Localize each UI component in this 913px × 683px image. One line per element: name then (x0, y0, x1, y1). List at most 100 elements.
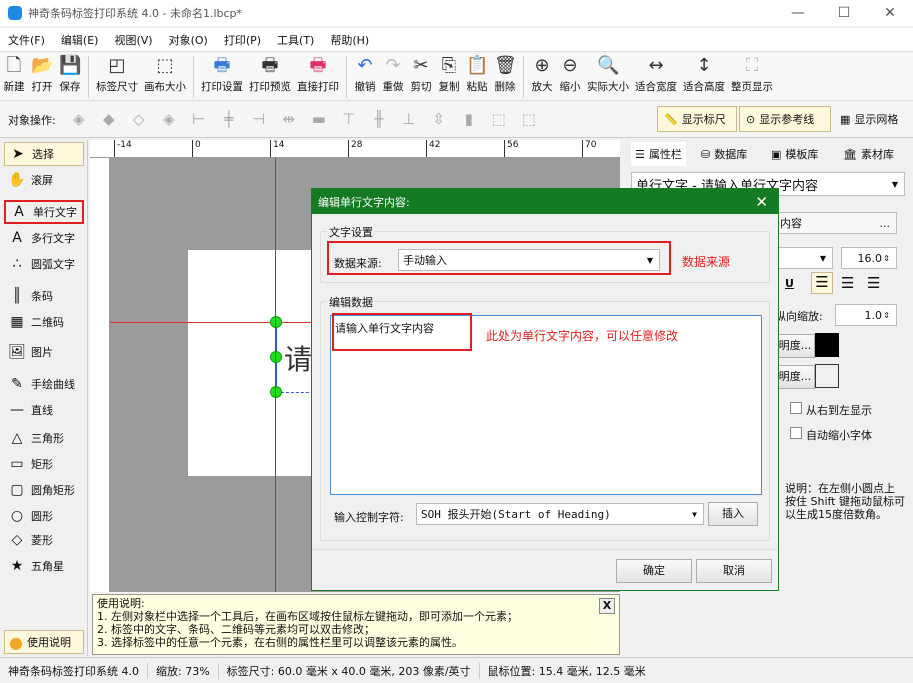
print-settings-button[interactable]: 🖶 打印设置 (198, 53, 246, 94)
resize-handle[interactable] (270, 386, 282, 398)
text-color-swatch[interactable] (815, 333, 839, 357)
tool-1[interactable]: ✋ 滚屏 (4, 168, 84, 192)
tab-materials[interactable]: 🏛 素材库 (843, 142, 894, 166)
bg-color-swatch[interactable] (815, 364, 839, 388)
tool-2[interactable]: A 单行文字 (4, 200, 84, 224)
help-button[interactable]: ● 使用说明 (4, 630, 84, 654)
dialog-close-icon[interactable]: ✕ (755, 193, 768, 211)
cut-button[interactable]: ✂ 剪切 (407, 53, 435, 94)
layer-icon[interactable]: ◈ (68, 110, 90, 130)
zoom-out-button[interactable]: ⊖ 缩小 (556, 53, 584, 94)
menu-item[interactable]: 视图(V) (114, 32, 152, 48)
show-ruler-toggle[interactable]: 📏 显示标尺 (657, 106, 737, 132)
tool-15[interactable]: ★ 五角星 (4, 554, 84, 578)
menu-item[interactable]: 工具(T) (277, 32, 314, 48)
bank-icon: 🏛 (843, 147, 857, 161)
underline-button[interactable]: U (785, 277, 794, 290)
copy-button[interactable]: ⎘ 复制 (435, 53, 463, 94)
group-icon[interactable]: ◈ (158, 110, 180, 130)
align-bottom-icon[interactable]: ⊥ (398, 110, 420, 130)
actual-size-button[interactable]: 🔍 实际大小 (584, 53, 632, 94)
align-middle-icon[interactable]: ╫ (368, 110, 390, 130)
ok-button[interactable]: 确定 (616, 559, 692, 583)
align-left-button[interactable]: ☰ (811, 272, 833, 294)
insert-button[interactable]: 插入 (708, 502, 758, 526)
new-file-button[interactable]: 🗋 新建 (0, 53, 28, 94)
tool-8[interactable]: ✎ 手绘曲线 (4, 372, 84, 396)
cancel-button[interactable]: 取消 (696, 559, 772, 583)
font-size-spinner[interactable]: 16.0 ⇕ (841, 247, 897, 269)
distribute-h-icon[interactable]: ⇹ (278, 110, 300, 130)
maximize-button[interactable]: ☐ (821, 0, 867, 26)
open-button[interactable]: 📂 打开 (28, 53, 56, 94)
show-guides-toggle[interactable]: ⊙ 显示参考线 (739, 106, 831, 132)
tool-13[interactable]: ○ 圆形 (4, 504, 84, 528)
rtl-checkbox[interactable]: 从右到左显示 (790, 402, 872, 418)
help-close-button[interactable]: X (599, 598, 615, 614)
tool-0[interactable]: ➤ 选择 (4, 142, 84, 166)
bg-color-button[interactable]: 明度... (775, 365, 815, 389)
resize-handle[interactable] (270, 351, 282, 363)
fit-width-button[interactable]: ↔ 适合宽度 (632, 53, 680, 94)
label-size-button[interactable]: ◰ 标签尺寸 (93, 53, 141, 94)
text-color-button[interactable]: 明度... (775, 334, 815, 358)
align-center-icon[interactable]: ╪ (218, 110, 240, 130)
redo-button[interactable]: ↷ 重做 (379, 53, 407, 94)
align-right-icon[interactable]: ⊣ (248, 110, 270, 130)
full-page-button[interactable]: ⛶ 整页显示 (728, 53, 776, 94)
left-ruler (90, 158, 110, 592)
font-select[interactable]: ▼ (775, 247, 833, 269)
tool-11[interactable]: ▭ 矩形 (4, 452, 84, 476)
show-grid-toggle[interactable]: ▦ 显示网格 (833, 106, 913, 132)
tool-3[interactable]: A 多行文字 (4, 226, 84, 250)
tool-5[interactable]: ║ 条码 (4, 284, 84, 308)
autoshrink-checkbox[interactable]: 自动缩小字体 (790, 427, 872, 443)
undo-button[interactable]: ↶ 撤销 (351, 53, 379, 94)
send-back-icon[interactable]: ◇ (128, 110, 150, 130)
paste-button[interactable]: 📋 粘贴 (463, 53, 491, 94)
ruler-tick-label: 28 (348, 140, 362, 157)
menu-item[interactable]: 帮助(H) (330, 32, 369, 48)
tab-database[interactable]: ⛁ 数据库 (701, 142, 747, 166)
distribute-v-icon[interactable]: ⇳ (428, 110, 450, 130)
control-char-select[interactable]: SOH 报头开始(Start of Heading) ▼ (416, 503, 704, 525)
print-preview-button[interactable]: 🖶 打印预览 (246, 53, 294, 94)
tool-7[interactable]: 🖼 图片 (4, 340, 84, 364)
delete-button[interactable]: 🗑 删除 (491, 53, 519, 94)
close-button[interactable]: ✕ (867, 0, 913, 26)
tab-properties[interactable]: ☰ 属性栏 (631, 142, 686, 166)
tab-templates[interactable]: ▣ 模板库 (771, 142, 818, 166)
more-button[interactable]: ... (880, 217, 891, 230)
tool-14[interactable]: ◇ 菱形 (4, 528, 84, 552)
content-field[interactable]: 内容... (775, 212, 897, 234)
zoom-in-button[interactable]: ⊕ 放大 (528, 53, 556, 94)
align-left-icon[interactable]: ⊢ (188, 110, 210, 130)
canvas-size-button[interactable]: ⬚ 画布大小 (141, 53, 189, 94)
tool-label: 图片 (31, 346, 53, 359)
canvas-text-element[interactable]: 请 (284, 338, 312, 378)
vscale-spinner[interactable]: 1.0 ⇕ (835, 304, 897, 326)
minimize-button[interactable]: — (775, 0, 821, 26)
tool-12[interactable]: ▢ 圆角矩形 (4, 478, 84, 502)
menu-item[interactable]: 编辑(E) (61, 32, 99, 48)
align-center-button[interactable]: ☰ (841, 274, 854, 292)
save-button[interactable]: 💾 保存 (56, 53, 84, 94)
menu-item[interactable]: 对象(O) (169, 32, 208, 48)
resize-handle[interactable] (270, 316, 282, 328)
toolbar-label: 适合宽度 (635, 81, 677, 93)
bring-front-icon[interactable]: ◆ (98, 110, 120, 130)
same-height-icon[interactable]: ▮ (458, 110, 480, 130)
align-right-button[interactable]: ☰ (867, 274, 880, 292)
tool-10[interactable]: △ 三角形 (4, 426, 84, 450)
same-size-icon[interactable]: ⬚ (488, 110, 510, 130)
menu-item[interactable]: 打印(P) (224, 32, 261, 48)
tool-6[interactable]: ▦ 二维码 (4, 310, 84, 334)
print-button[interactable]: 🖶 直接打印 (294, 53, 342, 94)
same-width-icon[interactable]: ▬ (308, 110, 330, 130)
tool-9[interactable]: — 直线 (4, 398, 84, 422)
tool-4[interactable]: ∴ 圆弧文字 (4, 252, 84, 276)
fit-height-button[interactable]: ↕ 适合高度 (680, 53, 728, 94)
menu-item[interactable]: 文件(F) (8, 32, 45, 48)
align-top-icon[interactable]: ⊤ (338, 110, 360, 130)
center-icon[interactable]: ⬚ (518, 110, 540, 130)
